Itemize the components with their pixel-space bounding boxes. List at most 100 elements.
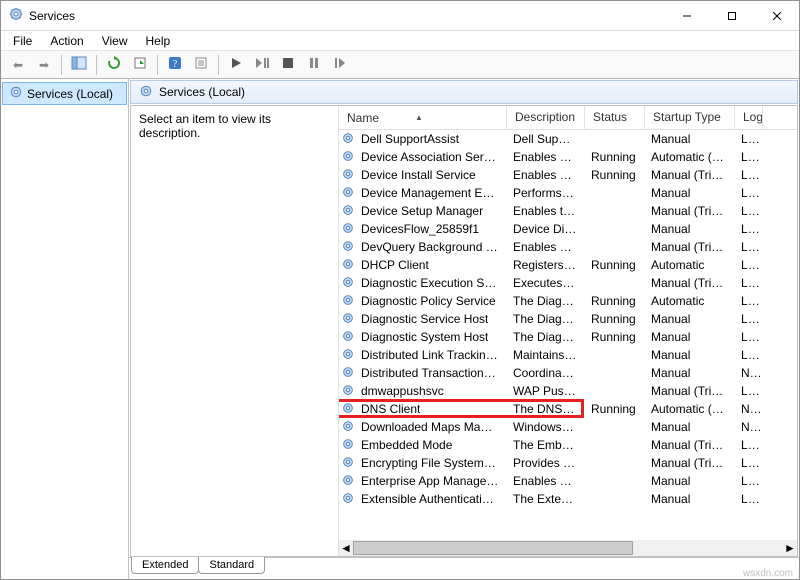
forward-button[interactable]: ➡ <box>32 53 56 77</box>
minimize-button[interactable] <box>664 1 709 30</box>
service-rows[interactable]: Dell SupportAssistDell Suppor...ManualLo… <box>339 130 797 540</box>
service-logon: Loc <box>735 186 763 200</box>
service-row[interactable]: DHCP ClientRegisters an...RunningAutomat… <box>339 256 797 274</box>
restart-service-button[interactable] <box>328 53 352 77</box>
pause-button[interactable] <box>302 53 326 77</box>
gear-icon <box>341 293 355 310</box>
service-row[interactable]: Embedded ModeThe Embed...Manual (Trig...… <box>339 436 797 454</box>
scroll-left-icon[interactable]: ◄ <box>339 541 353 555</box>
service-description: Provides th... <box>507 456 585 470</box>
service-logon: Loc <box>735 276 763 290</box>
services-list: Name▲ Description Status Startup Type Lo… <box>339 106 797 556</box>
service-row[interactable]: Enterprise App Managemen...Enables ent..… <box>339 472 797 490</box>
play-pause-icon <box>255 57 269 72</box>
service-description: The Diagno... <box>507 330 585 344</box>
gear-icon <box>341 365 355 382</box>
scroll-right-icon[interactable]: ► <box>783 541 797 555</box>
service-startup: Manual (Trig... <box>645 168 735 182</box>
export-list-button[interactable] <box>128 53 152 77</box>
service-description: Device Disc... <box>507 222 585 236</box>
service-row[interactable]: DevQuery Background Disc...Enables app..… <box>339 238 797 256</box>
gear-icon <box>139 84 153 101</box>
stop-service-button[interactable] <box>276 53 300 77</box>
service-startup: Manual (Trig... <box>645 276 735 290</box>
column-logon[interactable]: Log <box>735 106 763 129</box>
stop-icon <box>282 57 294 72</box>
menu-file[interactable]: File <box>5 32 40 50</box>
console-tree[interactable]: Services (Local) <box>1 79 129 579</box>
gear-icon <box>341 221 355 238</box>
service-logon: Loc <box>735 168 763 182</box>
service-row[interactable]: Extensible Authentication P...The Extens… <box>339 490 797 508</box>
service-startup: Automatic (T... <box>645 402 735 416</box>
step-forward-icon <box>334 57 346 72</box>
menu-help[interactable]: Help <box>138 32 179 50</box>
service-row[interactable]: Diagnostic Execution ServiceExecutes dia… <box>339 274 797 292</box>
gear-icon <box>341 185 355 202</box>
service-name: Embedded Mode <box>361 438 452 452</box>
service-description: The Extensi... <box>507 492 585 506</box>
start-service-button[interactable] <box>224 53 248 77</box>
gear-icon <box>9 85 23 102</box>
service-row[interactable]: Device Install ServiceEnables a c...Runn… <box>339 166 797 184</box>
service-logon: Loc <box>735 150 763 164</box>
horizontal-scrollbar[interactable]: ◄ ► <box>339 540 797 556</box>
scroll-thumb[interactable] <box>353 541 633 555</box>
toolbar-separator <box>61 55 62 75</box>
service-row[interactable]: Distributed Transaction Co...Coordinates… <box>339 364 797 382</box>
service-logon: Loc <box>735 438 763 452</box>
tab-extended[interactable]: Extended <box>131 557 199 574</box>
service-description: Coordinates... <box>507 366 585 380</box>
column-name[interactable]: Name▲ <box>339 106 507 129</box>
menu-action[interactable]: Action <box>42 32 91 50</box>
service-row[interactable]: Diagnostic Service HostThe Diagno...Runn… <box>339 310 797 328</box>
service-status: Running <box>585 168 645 182</box>
service-startup: Manual <box>645 312 735 326</box>
service-row[interactable]: Device Association ServiceEnables pai...… <box>339 148 797 166</box>
gear-icon <box>341 311 355 328</box>
service-row[interactable]: Device Management Enroll...Performs D...… <box>339 184 797 202</box>
description-panel: Select an item to view its description. <box>131 106 339 556</box>
service-name: DNS Client <box>361 402 420 416</box>
service-description: Registers an... <box>507 258 585 272</box>
back-button[interactable]: ⬅ <box>6 53 30 77</box>
service-status: Running <box>585 258 645 272</box>
service-row[interactable]: DevicesFlow_25859f1Device Disc...ManualL… <box>339 220 797 238</box>
help-icon: ? <box>168 56 182 73</box>
tab-standard[interactable]: Standard <box>198 557 265 574</box>
properties-button[interactable] <box>189 53 213 77</box>
menu-view[interactable]: View <box>94 32 136 50</box>
service-row[interactable]: Downloaded Maps ManagerWindows se...Manu… <box>339 418 797 436</box>
body: Services (Local) Services (Local) Select… <box>1 79 799 579</box>
service-startup: Manual (Trig... <box>645 456 735 470</box>
tree-root-services-local[interactable]: Services (Local) <box>2 82 127 105</box>
gear-icon <box>341 329 355 346</box>
column-startup[interactable]: Startup Type <box>645 106 735 129</box>
pause-service-button[interactable] <box>250 53 274 77</box>
service-row[interactable]: Diagnostic Policy ServiceThe Diagno...Ru… <box>339 292 797 310</box>
close-button[interactable] <box>754 1 799 30</box>
service-description: Enables app... <box>507 240 585 254</box>
maximize-button[interactable] <box>709 1 754 30</box>
service-row[interactable]: Encrypting File System (EFS)Provides th.… <box>339 454 797 472</box>
service-row[interactable]: DNS ClientThe DNS Cli...RunningAutomatic… <box>339 400 797 418</box>
gear-icon <box>341 275 355 292</box>
column-status[interactable]: Status <box>585 106 645 129</box>
watermark: wsxdn.com <box>743 568 793 579</box>
view-tabs: Extended Standard <box>129 557 799 579</box>
service-startup: Manual (Trig... <box>645 204 735 218</box>
column-description[interactable]: Description <box>507 106 585 129</box>
refresh-icon <box>107 56 121 73</box>
arrow-left-icon: ⬅ <box>13 58 23 72</box>
show-hide-tree-button[interactable] <box>67 53 91 77</box>
service-row[interactable]: Device Setup ManagerEnables the ...Manua… <box>339 202 797 220</box>
refresh-button[interactable] <box>102 53 126 77</box>
service-row[interactable]: dmwappushsvcWAP Push ...Manual (Trig...L… <box>339 382 797 400</box>
help-button[interactable]: ? <box>163 53 187 77</box>
service-row[interactable]: Distributed Link Tracking Cl...Maintains… <box>339 346 797 364</box>
menu-help-label: Help <box>146 34 171 48</box>
service-logon: Loc <box>735 348 763 362</box>
service-row[interactable]: Diagnostic System HostThe Diagno...Runni… <box>339 328 797 346</box>
service-description: WAP Push ... <box>507 384 585 398</box>
service-row[interactable]: Dell SupportAssistDell Suppor...ManualLo… <box>339 130 797 148</box>
